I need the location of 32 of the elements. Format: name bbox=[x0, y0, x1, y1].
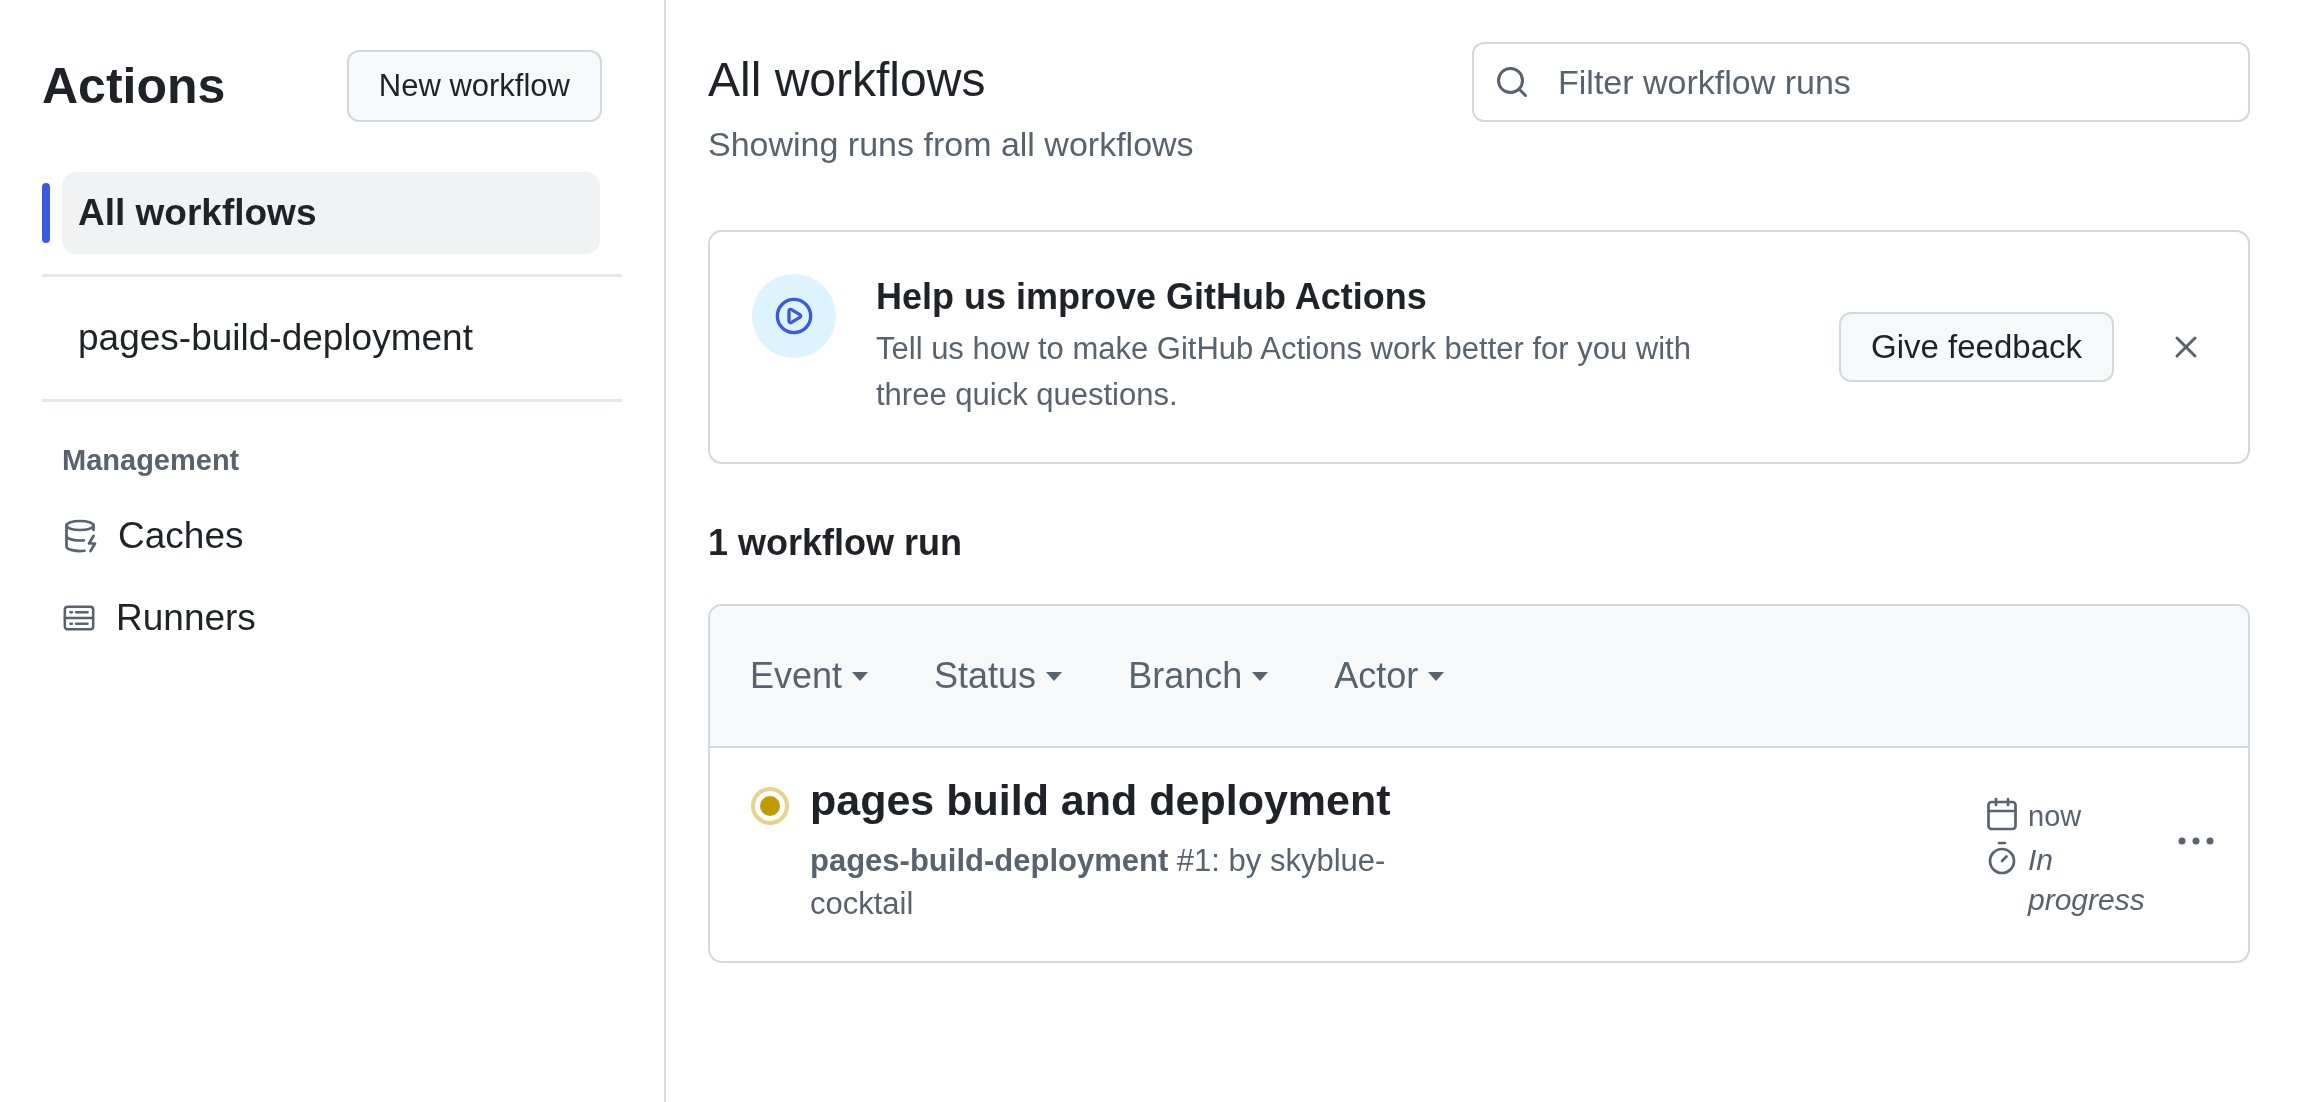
workflow-nav-item[interactable]: All workflows bbox=[62, 172, 600, 254]
run-detail: pages-build-deployment #1: by skyblue-cocktail bbox=[810, 842, 1387, 923]
search-icon bbox=[1494, 64, 1530, 100]
management-nav-item[interactable]: Caches bbox=[42, 495, 664, 577]
run-duration: In progress bbox=[2028, 842, 2146, 918]
new-workflow-button[interactable]: New workflow bbox=[346, 50, 602, 122]
database-bolt-icon bbox=[62, 518, 98, 554]
caret-icon bbox=[1252, 671, 1269, 681]
calendar-icon bbox=[1984, 796, 2020, 832]
run-count: 1 workflow run bbox=[708, 522, 964, 564]
ellipsis-icon bbox=[2178, 836, 2214, 845]
filter-dropdown[interactable]: Actor bbox=[1334, 655, 1445, 697]
run-date: now bbox=[2028, 799, 2082, 834]
filter-dropdown[interactable]: Status bbox=[934, 655, 1063, 697]
nav-label: Runners bbox=[116, 597, 256, 639]
management-nav-item[interactable]: Runners bbox=[42, 577, 664, 659]
run-title-link[interactable]: pages build and deployment bbox=[810, 776, 1964, 825]
caret-icon bbox=[852, 671, 869, 681]
subtitle: Showing runs from all workflows bbox=[708, 125, 1194, 164]
caret-icon bbox=[1428, 671, 1445, 681]
nav-label: Caches bbox=[118, 515, 244, 557]
caret-icon bbox=[1046, 671, 1063, 681]
search-field[interactable]: Filter workflow runs bbox=[1472, 42, 2250, 122]
filter-dropdown[interactable]: Branch bbox=[1128, 655, 1269, 697]
banner-text: Tell us how to make GitHub Actions work better for you with three quick questions. bbox=[876, 330, 1692, 414]
banner-title: Help us improve GitHub Actions bbox=[876, 276, 1428, 318]
main-heading: All workflows bbox=[708, 52, 987, 107]
give-feedback-button[interactable]: Give feedback bbox=[1839, 312, 2114, 382]
workflow-nav-item[interactable]: pages-build-deployment bbox=[62, 297, 600, 379]
page-title: Actions bbox=[42, 57, 226, 115]
filter-dropdown[interactable]: Event bbox=[750, 655, 869, 697]
section-heading: Management bbox=[61, 443, 241, 477]
